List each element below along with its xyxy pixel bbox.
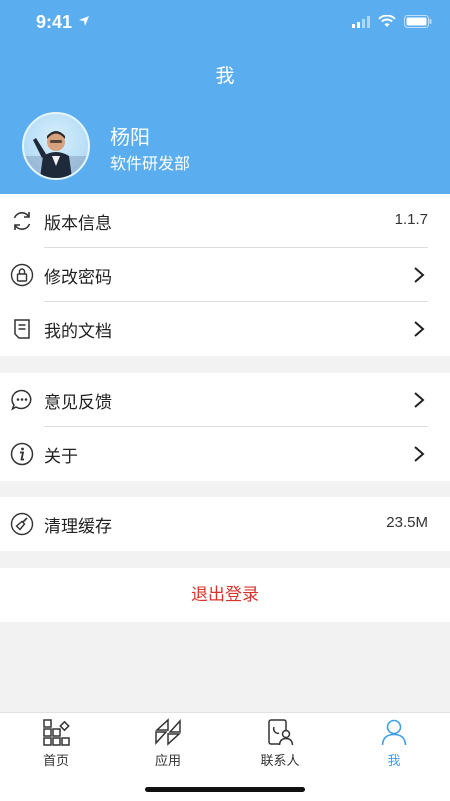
tab-home-label: 首页 bbox=[42, 754, 69, 769]
profile-header: 9:41 我 杨阳 软件研发部 bbox=[0, 0, 450, 194]
tab-apps[interactable]: 应用 bbox=[112, 717, 224, 769]
contacts-icon bbox=[268, 719, 294, 746]
tab-me[interactable]: 我 bbox=[338, 717, 450, 769]
my-documents-label: 我的文档 bbox=[44, 322, 112, 342]
feedback-label: 意见反馈 bbox=[44, 393, 112, 413]
page-title: 我 bbox=[215, 65, 235, 87]
broom-icon bbox=[10, 512, 34, 536]
document-icon bbox=[14, 319, 30, 339]
settings-group-2: 意见反馈 关于 bbox=[0, 373, 450, 481]
wifi-icon bbox=[378, 15, 396, 27]
avatar-person-illustration bbox=[24, 131, 88, 178]
version-info-label: 版本信息 bbox=[44, 214, 112, 234]
grid-home-icon bbox=[43, 719, 70, 746]
info-icon bbox=[10, 442, 34, 466]
tab-me-label: 我 bbox=[387, 754, 401, 769]
feedback-row[interactable]: 意见反馈 bbox=[0, 373, 450, 427]
tab-home[interactable]: 首页 bbox=[0, 717, 112, 769]
logout-button[interactable]: 退出登录 bbox=[0, 568, 450, 622]
chevron-right-icon bbox=[414, 392, 425, 408]
person-icon bbox=[381, 719, 407, 746]
settings-group-1: 版本信息 1.1.7 修改密码 我的文档 bbox=[0, 194, 450, 356]
cache-size: 23.5M bbox=[386, 514, 428, 531]
change-password-row[interactable]: 修改密码 bbox=[0, 248, 450, 302]
settings-group-3: 清理缓存 23.5M bbox=[0, 497, 450, 551]
chat-bubble-icon bbox=[11, 389, 32, 411]
battery-icon bbox=[404, 15, 432, 28]
refresh-icon bbox=[13, 212, 31, 230]
user-department: 软件研发部 bbox=[110, 154, 191, 173]
chevron-right-icon bbox=[414, 321, 425, 337]
tab-contacts-label: 联系人 bbox=[260, 754, 300, 769]
chevron-right-icon bbox=[414, 446, 425, 462]
status-bar: 9:41 bbox=[0, 0, 450, 46]
version-info-row[interactable]: 版本信息 1.1.7 bbox=[0, 194, 450, 248]
about-label: 关于 bbox=[44, 447, 78, 467]
clear-cache-label: 清理缓存 bbox=[44, 517, 112, 537]
change-password-label: 修改密码 bbox=[44, 268, 112, 288]
lock-icon bbox=[10, 263, 34, 287]
tab-apps-label: 应用 bbox=[154, 754, 181, 769]
user-name: 杨阳 bbox=[110, 125, 150, 149]
avatar[interactable] bbox=[22, 112, 90, 180]
location-arrow-icon bbox=[79, 16, 89, 26]
signal-icon bbox=[352, 15, 370, 28]
status-time: 9:41 bbox=[36, 12, 73, 32]
my-documents-row[interactable]: 我的文档 bbox=[0, 302, 450, 356]
home-indicator[interactable] bbox=[145, 787, 305, 792]
apps-icon bbox=[155, 718, 181, 746]
status-indicators bbox=[352, 15, 432, 28]
tab-contacts[interactable]: 联系人 bbox=[224, 717, 336, 769]
version-number: 1.1.7 bbox=[394, 211, 428, 228]
clear-cache-row[interactable]: 清理缓存 23.5M bbox=[0, 497, 450, 551]
about-row[interactable]: 关于 bbox=[0, 427, 450, 481]
chevron-right-icon bbox=[414, 267, 425, 283]
